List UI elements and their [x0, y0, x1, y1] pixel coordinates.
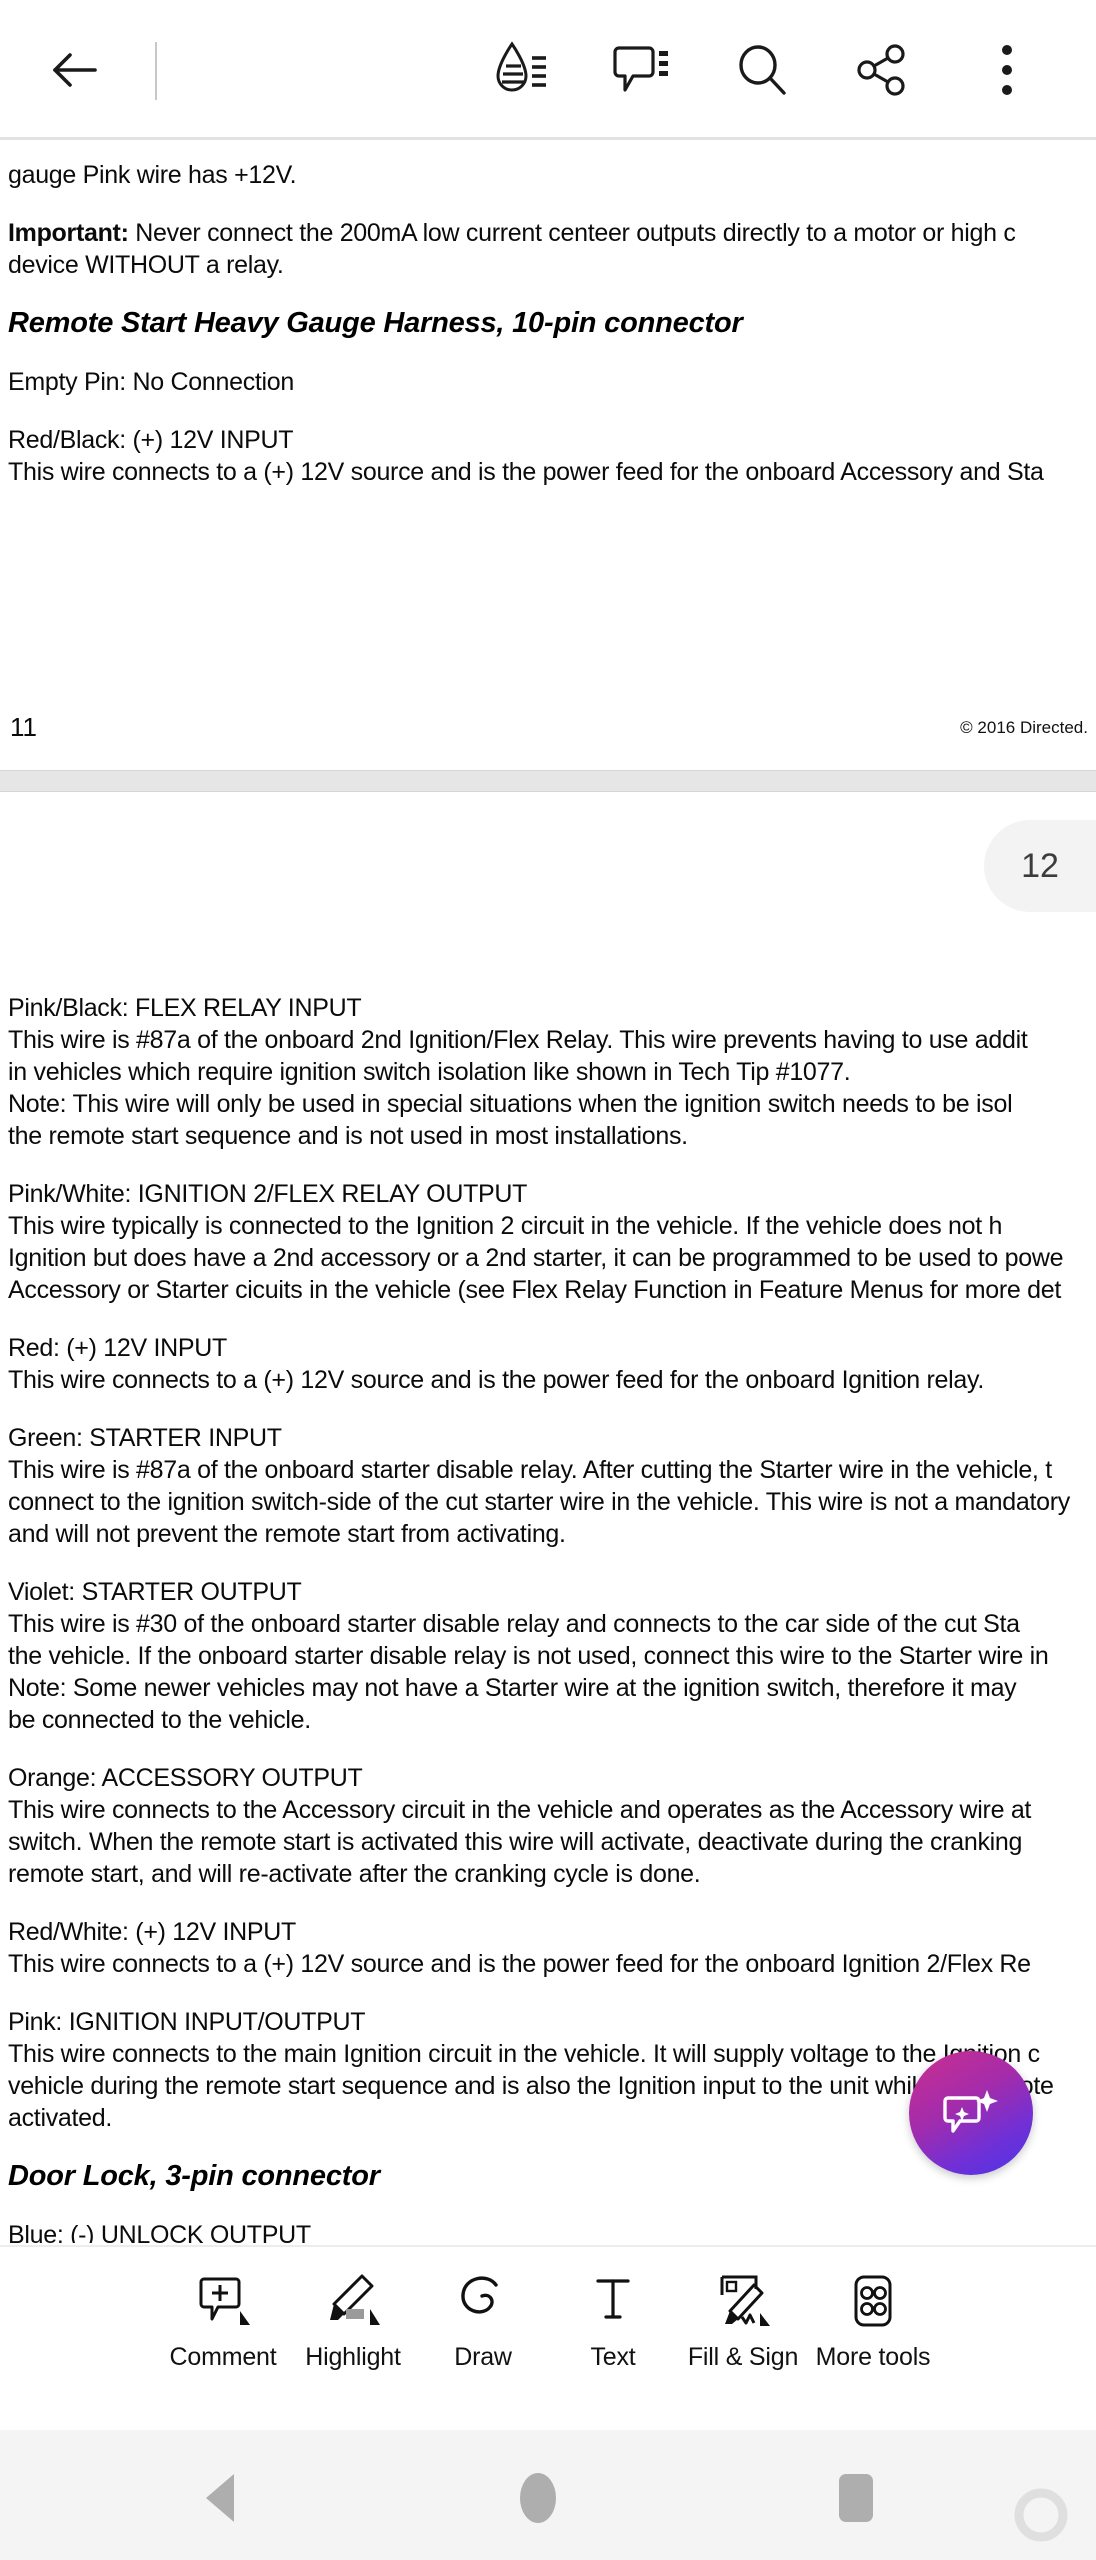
tool-label: More tools: [815, 2343, 931, 2371]
text-line: This wire is #30 of the onboard starter …: [8, 1610, 1020, 1638]
paragraph: gauge Pink wire has +12V.: [0, 159, 1096, 191]
wire-title: Violet: STARTER OUTPUT: [8, 1578, 302, 1606]
square-shape: [839, 2474, 873, 2522]
tool-draw[interactable]: Draw: [418, 2247, 548, 2372]
back-arrow-icon[interactable]: [42, 38, 106, 102]
annotation-toolbar: Comment Highlight Draw Text Fill & Sign …: [0, 2245, 1096, 2430]
text-line: Red/Black: (+) 12V INPUT: [8, 426, 294, 454]
paragraph-green: Green: STARTER INPUT This wire is #87a o…: [0, 1422, 1096, 1550]
text-line: Note: Some newer vehicles may not have a…: [8, 1674, 1017, 1702]
text-line: This wire connects to a (+) 12V source a…: [8, 458, 1044, 486]
draw-icon: [452, 2271, 514, 2333]
text-line: device WITHOUT a relay.: [8, 251, 284, 279]
text-line: This wire connects to a (+) 12V source a…: [8, 1950, 1031, 1978]
tool-comment[interactable]: Comment: [158, 2247, 288, 2372]
text-line: switch. When the remote start is activat…: [8, 1828, 1023, 1856]
text-line: Note: This wire will only be used in spe…: [8, 1090, 1013, 1118]
circle-shape: [520, 2473, 556, 2523]
text-rest: Never connect the 200mA low current cent…: [128, 219, 1016, 247]
fill-sign-icon: [712, 2271, 774, 2333]
search-icon[interactable]: [730, 38, 794, 102]
tool-label: Text: [590, 2343, 636, 2371]
text-icon: [582, 2271, 644, 2333]
paragraph: Empty Pin: No Connection: [0, 366, 1096, 398]
wire-title: Pink: IGNITION INPUT/OUTPUT: [8, 2008, 366, 2036]
section-heading: Remote Start Heavy Gauge Harness, 10-pin…: [8, 307, 743, 339]
text-line: This wire is #87a of the onboard starter…: [8, 1456, 1052, 1484]
page-number: 11: [10, 712, 37, 742]
page-footer: 11 © 2016 Directed.: [0, 712, 1096, 752]
paragraph-violet: Violet: STARTER OUTPUT This wire is #30 …: [0, 1576, 1096, 1736]
paragraph: Red/Black: (+) 12V INPUT This wire conne…: [0, 424, 1096, 488]
paragraph-red-white: Red/White: (+) 12V INPUT This wire conne…: [0, 1916, 1096, 1980]
text-line: be connected to the vehicle.: [8, 1706, 311, 1734]
text-line: This wire connects to the Accessory circ…: [8, 1796, 1032, 1824]
paragraph-pink-white: Pink/White: IGNITION 2/FLEX RELAY OUTPUT…: [0, 1178, 1096, 1306]
wire-title: Pink/Black: FLEX RELAY INPUT: [8, 994, 362, 1022]
paragraph-pink-black: Pink/Black: FLEX RELAY INPUT This wire i…: [0, 992, 1096, 1152]
wire-title: Red/White: (+) 12V INPUT: [8, 1918, 297, 1946]
comment-add-icon: [192, 2271, 254, 2333]
top-toolbar: [0, 0, 1096, 140]
text-line: gauge Pink wire has +12V.: [8, 161, 297, 189]
text-line: Accessory or Starter cicuits in the vehi…: [8, 1276, 1061, 1304]
text-line: Ignition but does have a 2nd accessory o…: [8, 1244, 1064, 1272]
triangle-shape: [206, 2474, 234, 2522]
paragraph-important: Important: Never connect the 200mA low c…: [0, 217, 1096, 281]
toolbar-divider: [155, 42, 157, 100]
nav-back-icon[interactable]: [190, 2470, 250, 2526]
tool-fill-sign[interactable]: Fill & Sign: [678, 2247, 808, 2372]
wire-title: Red: (+) 12V INPUT: [8, 1334, 227, 1362]
pdf-reader-app: gauge Pink wire has +12V. Important: Nev…: [0, 0, 1096, 2560]
site-watermark: [1008, 2482, 1074, 2548]
text-line: Important: Never connect the 200mA low c…: [8, 217, 1096, 249]
more-tools-icon: [842, 2271, 904, 2333]
text-line: remote start, and will re-activate after…: [8, 1860, 701, 1888]
wire-title: Blue: (-) UNLOCK OUTPUT: [8, 2221, 311, 2243]
overflow-menu-icon[interactable]: [975, 38, 1039, 102]
wire-title: Green: STARTER INPUT: [8, 1424, 282, 1452]
text-line: This wire is #87a of the onboard 2nd Ign…: [8, 1026, 1028, 1054]
copyright-notice: © 2016 Directed.: [960, 718, 1088, 737]
page-separator: [0, 770, 1096, 792]
share-icon[interactable]: [850, 38, 914, 102]
comment-icon[interactable]: [610, 38, 674, 102]
paragraph-blue: Blue: (-) UNLOCK OUTPUT: [0, 2219, 1096, 2243]
wire-title: Orange: ACCESSORY OUTPUT: [8, 1764, 363, 1792]
section-heading: Door Lock, 3-pin connector: [8, 2160, 380, 2192]
text-line: connect to the ignition switch-side of t…: [8, 1488, 1070, 1516]
page-number-badge: 12: [984, 820, 1096, 912]
tool-more-tools[interactable]: More tools: [808, 2247, 938, 2372]
paragraph-red: Red: (+) 12V INPUT This wire connects to…: [0, 1332, 1096, 1396]
android-nav-bar: [0, 2430, 1096, 2560]
tool-label: Highlight: [305, 2343, 401, 2371]
bold-lead: Important:: [8, 219, 129, 247]
wire-title: Pink/White: IGNITION 2/FLEX RELAY OUTPUT: [8, 1180, 528, 1208]
tool-label: Comment: [169, 2343, 277, 2371]
text-line: This wire typically is connected to the …: [8, 1212, 1003, 1240]
nav-home-icon[interactable]: [508, 2470, 568, 2526]
tool-text[interactable]: Text: [548, 2247, 678, 2372]
tool-label: Draw: [454, 2343, 512, 2371]
text-line: the remote start sequence and is not use…: [8, 1122, 688, 1150]
pdf-page-12: 12 Pink/Black: FLEX RELAY INPUT This wir…: [0, 792, 1096, 2243]
liquid-mode-icon[interactable]: [490, 38, 554, 102]
tool-label: Fill & Sign: [687, 2343, 799, 2371]
nav-recents-icon[interactable]: [826, 2470, 886, 2526]
ai-assistant-fab[interactable]: [909, 2051, 1033, 2175]
paragraph-orange: Orange: ACCESSORY OUTPUT This wire conne…: [0, 1762, 1096, 1890]
pdf-page-11: gauge Pink wire has +12V. Important: Nev…: [0, 143, 1096, 770]
text-line: Empty Pin: No Connection: [8, 368, 295, 396]
text-line: This wire connects to a (+) 12V source a…: [8, 1366, 984, 1394]
tool-highlight[interactable]: Highlight: [288, 2247, 418, 2372]
text-line: and will not prevent the remote start fr…: [8, 1520, 566, 1548]
pdf-scroll-area[interactable]: gauge Pink wire has +12V. Important: Nev…: [0, 143, 1096, 2243]
text-line: the vehicle. If the onboard starter disa…: [8, 1642, 1049, 1670]
highlighter-icon: [322, 2271, 384, 2333]
text-line: in vehicles which require ignition switc…: [8, 1058, 851, 1086]
